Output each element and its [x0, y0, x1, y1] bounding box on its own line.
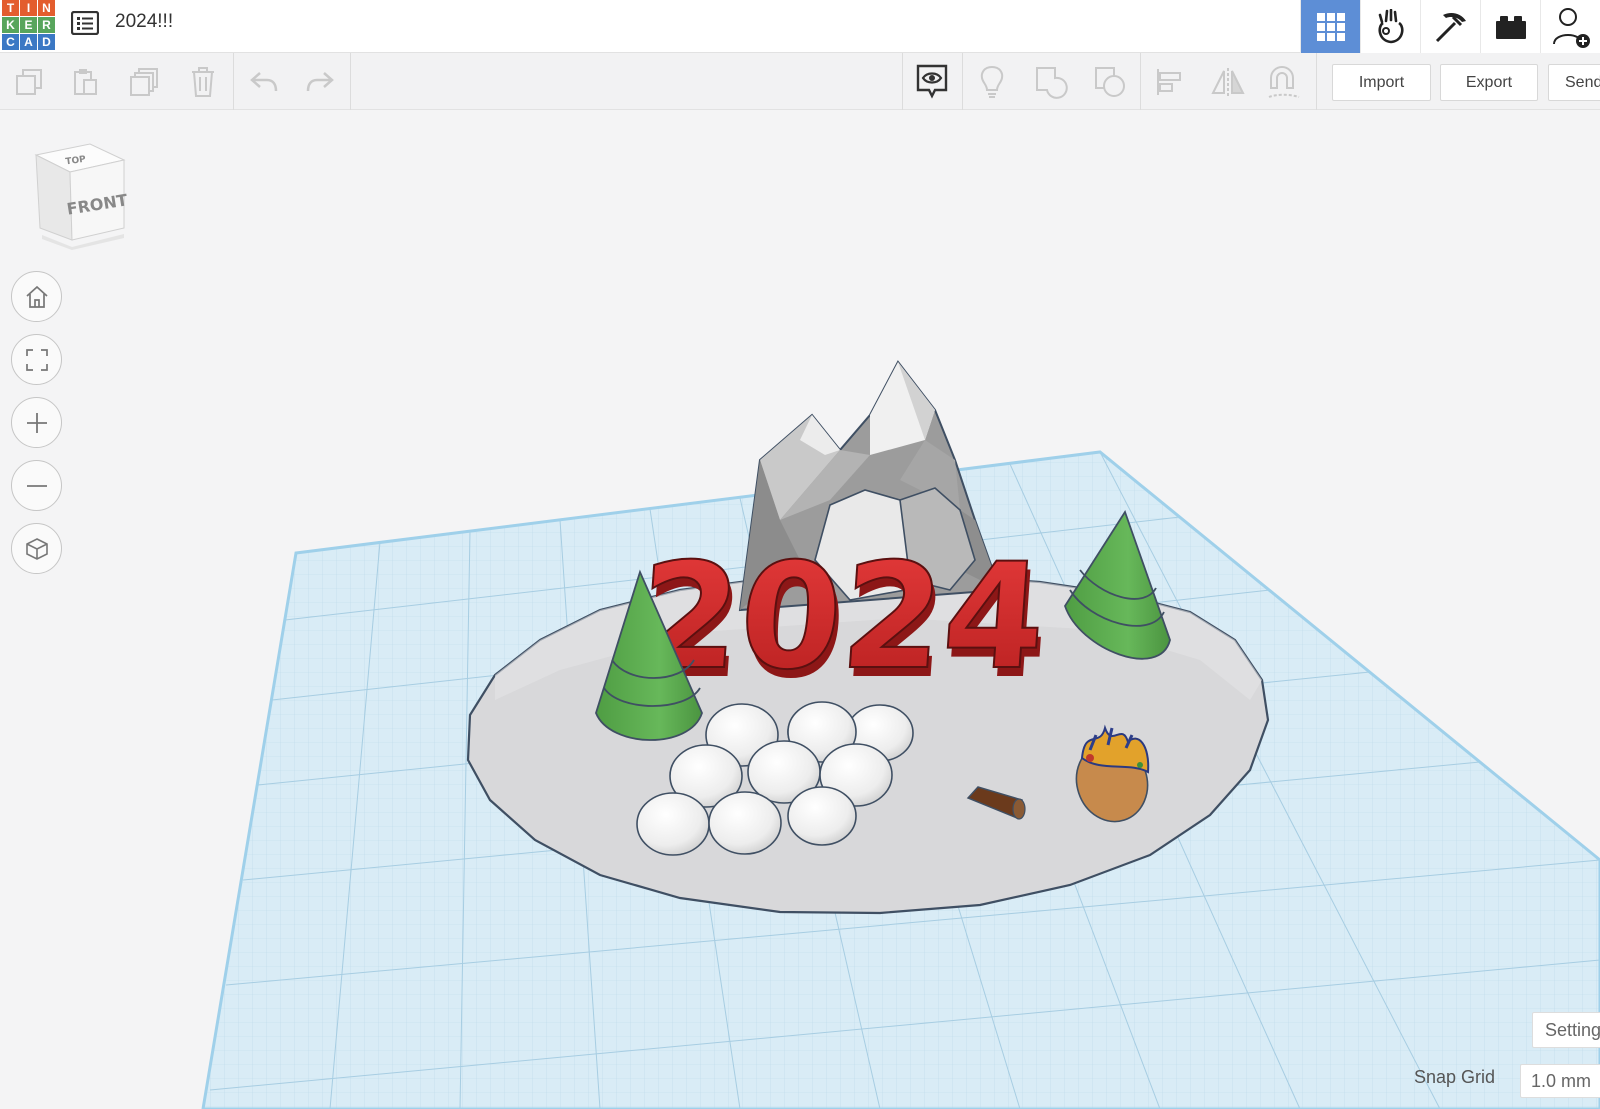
- delete-button[interactable]: [183, 62, 223, 102]
- toolbar-separator: [1140, 53, 1141, 110]
- copy-icon: [16, 69, 42, 95]
- align-icon: [1157, 69, 1181, 95]
- import-button[interactable]: Import: [1332, 64, 1431, 101]
- design-list-button[interactable]: [70, 9, 100, 37]
- lightbulb-icon: [980, 65, 1004, 98]
- ungroup-icon: [1095, 67, 1125, 97]
- toolbar-separator: [902, 53, 903, 110]
- home-view-button[interactable]: [11, 271, 62, 322]
- home-icon: [25, 285, 48, 308]
- invite-user-button[interactable]: [1540, 0, 1600, 53]
- zoom-out-button[interactable]: [11, 460, 62, 511]
- delete-icon: [192, 67, 214, 97]
- lego-view-button[interactable]: [1480, 0, 1540, 53]
- blocks-view-icon: [1377, 8, 1404, 43]
- undo-icon: [250, 72, 278, 92]
- tinkercad-logo[interactable]: TIN KER CAD: [2, 0, 55, 50]
- grid-icon: [1316, 12, 1345, 41]
- show-all-icon: [916, 64, 948, 99]
- mirror-button[interactable]: [1208, 62, 1248, 102]
- show-all-button[interactable]: [912, 62, 952, 102]
- ungroup-button[interactable]: [1090, 62, 1130, 102]
- text-2024-front: 2024: [633, 532, 1051, 702]
- duplicate-icon: [130, 68, 158, 96]
- logo-letter: A: [20, 34, 37, 50]
- toolbar-separator: [233, 53, 234, 110]
- orthographic-cube-icon: [25, 537, 48, 560]
- zoom-out-icon: [26, 484, 47, 487]
- toolbar-separator: [350, 53, 351, 110]
- 3d-design-view-button[interactable]: [1300, 0, 1360, 53]
- paste-button[interactable]: [65, 62, 105, 102]
- design-title[interactable]: 2024!!!: [115, 11, 173, 33]
- undo-button[interactable]: [244, 62, 284, 102]
- paste-icon: [74, 69, 97, 95]
- logo-letter: E: [20, 17, 37, 33]
- pickaxe-icon: [1435, 12, 1466, 42]
- toolbar: Import Export Send To: [0, 53, 1600, 110]
- group-button[interactable]: [1031, 62, 1071, 102]
- notes-button[interactable]: [972, 62, 1012, 102]
- copy-button[interactable]: [9, 62, 49, 102]
- snap-grid-select[interactable]: 1.0 mm: [1520, 1064, 1600, 1098]
- logo-letter: I: [20, 0, 37, 16]
- logo-letter: D: [38, 34, 55, 50]
- settings-button[interactable]: Settings: [1532, 1012, 1600, 1048]
- snap-grid-label: Snap Grid: [1414, 1067, 1496, 1087]
- tinkercad-editor: TIN KER CAD 2024!!! Import Export Send 202…: [0, 0, 1600, 1109]
- zoom-in-icon: [26, 412, 47, 433]
- send-to-button[interactable]: Send To: [1548, 64, 1600, 101]
- duplicate-button[interactable]: [124, 62, 164, 102]
- logo-letter: N: [38, 0, 55, 16]
- add-user-icon: [1552, 7, 1590, 48]
- logo-letter: K: [2, 17, 19, 33]
- logo-letter: R: [38, 17, 55, 33]
- cruise-button[interactable]: [1264, 62, 1304, 102]
- view-switcher: [1300, 0, 1600, 53]
- redo-button[interactable]: [300, 62, 340, 102]
- lego-brick-icon: [1495, 15, 1526, 39]
- export-button[interactable]: Export: [1440, 64, 1538, 101]
- view-cube-graphic: TOP FRONT: [34, 143, 129, 250]
- logo-letter: T: [2, 0, 19, 16]
- align-button[interactable]: [1149, 62, 1189, 102]
- redo-icon: [306, 72, 334, 92]
- codeblocks-view-button[interactable]: [1360, 0, 1420, 53]
- view-cube[interactable]: TOP FRONT: [30, 140, 130, 250]
- mirror-icon: [1211, 68, 1245, 96]
- fit-all-button[interactable]: [11, 334, 62, 385]
- list-icon: [71, 11, 99, 35]
- toolbar-separator: [1316, 53, 1317, 110]
- zoom-in-button[interactable]: [11, 397, 62, 448]
- orthographic-button[interactable]: [11, 523, 62, 574]
- text-2024-model[interactable]: 2024 2024: [632, 531, 1055, 711]
- group-icon: [1036, 67, 1068, 99]
- magnet-icon: [1268, 66, 1300, 98]
- workplane-scene[interactable]: 2024 2024: [0, 110, 1600, 1109]
- toolbar-separator: [962, 53, 963, 110]
- top-bar: TIN KER CAD 2024!!!: [0, 0, 1600, 53]
- logo-letter: C: [2, 34, 19, 50]
- fit-all-icon: [25, 348, 48, 371]
- bricks-view-button[interactable]: [1420, 0, 1480, 53]
